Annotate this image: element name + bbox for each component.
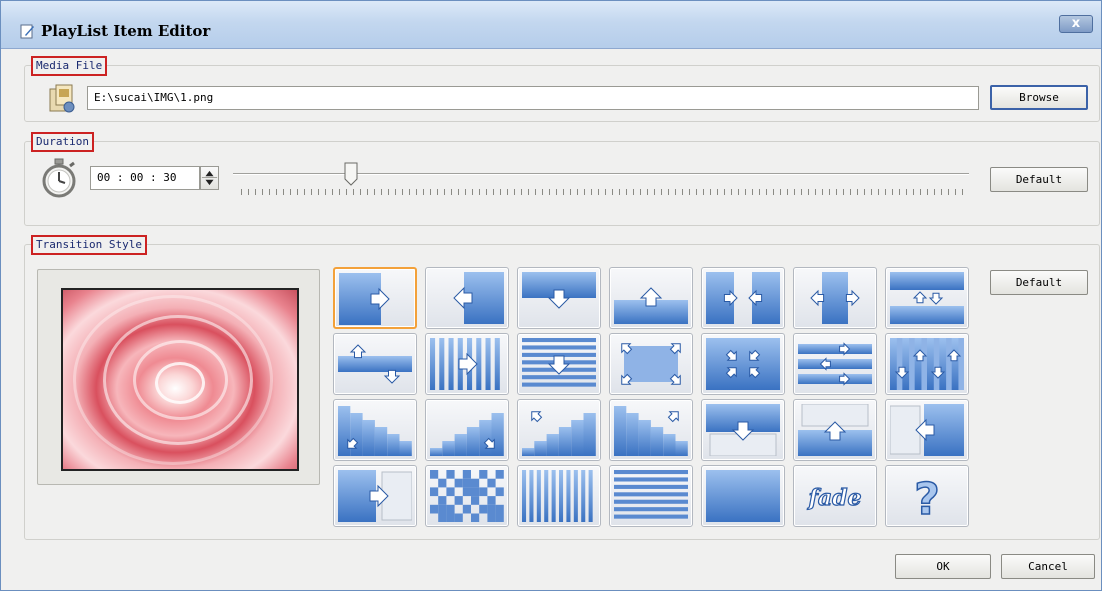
transition-split-in-horizontal-icon xyxy=(706,272,780,324)
transition-tile-push-left[interactable] xyxy=(425,267,509,329)
edit-document-icon xyxy=(20,24,34,39)
transition-tile-stairs-up-right[interactable] xyxy=(609,399,693,461)
media-file-legend: Media File xyxy=(31,56,108,76)
duration-default-button[interactable]: Default xyxy=(990,167,1088,192)
transition-random-icon: ? xyxy=(913,473,940,522)
duration-time-field[interactable]: 00 : 00 : 30 xyxy=(90,166,200,190)
transition-tile-push-right[interactable] xyxy=(333,267,417,329)
transition-fade-icon: fade xyxy=(806,484,862,511)
transition-tile-solid-fill[interactable] xyxy=(701,465,785,527)
transition-push-down-icon xyxy=(522,272,596,309)
transition-split-out-horizontal-icon xyxy=(810,272,860,324)
transition-tile-random[interactable]: ? xyxy=(885,465,969,527)
duration-spinner[interactable] xyxy=(200,166,219,190)
fade-label: fade xyxy=(806,485,861,511)
transition-stairs-down-right-icon xyxy=(430,413,504,456)
transition-cover-down-icon xyxy=(706,404,780,456)
transition-corners-in-icon xyxy=(706,338,780,390)
transition-tile-fade[interactable]: fade xyxy=(793,465,877,527)
transition-checkerboard-icon xyxy=(430,470,504,522)
transition-horizontal-bars-icon xyxy=(614,470,688,519)
transition-cover-left-icon xyxy=(890,404,964,456)
transition-default-button[interactable]: Default xyxy=(990,270,1088,295)
transition-tile-stairs-up-left[interactable] xyxy=(517,399,601,461)
transition-tile-checkerboard[interactable] xyxy=(425,465,509,527)
media-file-icon xyxy=(49,84,75,113)
transition-stairs-up-right-icon xyxy=(614,406,688,456)
browse-button[interactable]: Browse xyxy=(990,85,1088,110)
transition-solid-fill-icon xyxy=(706,470,780,522)
transition-tile-push-down[interactable] xyxy=(517,267,601,329)
transition-tile-columns-up-down[interactable] xyxy=(885,333,969,395)
transition-tile-cover-up[interactable] xyxy=(793,399,877,461)
transition-tile-blinds-right[interactable] xyxy=(425,333,509,395)
transition-tile-cover-right[interactable] xyxy=(333,465,417,527)
transition-vertical-bars-icon xyxy=(522,470,593,522)
preview-image xyxy=(61,288,299,471)
transition-tile-blinds-down[interactable] xyxy=(517,333,601,395)
stopwatch-icon xyxy=(42,158,76,198)
window-title: PlayList Item Editor xyxy=(41,22,211,40)
duration-slider-thumb[interactable] xyxy=(344,162,358,186)
transition-stairs-up-left-icon xyxy=(522,411,596,456)
transition-tile-vertical-bars[interactable] xyxy=(517,465,601,527)
transition-push-up-down-icon xyxy=(338,344,412,384)
transition-tile-split-swap[interactable] xyxy=(885,267,969,329)
duration-slider-ticks xyxy=(241,189,963,195)
transition-strips-shuffle-icon xyxy=(798,342,872,386)
ok-button[interactable]: OK xyxy=(895,554,991,579)
transition-tile-stairs-down-left[interactable] xyxy=(333,399,417,461)
transition-stairs-down-left-icon xyxy=(338,406,412,456)
transition-blinds-right-icon xyxy=(430,338,500,390)
transition-tile-cover-left[interactable] xyxy=(885,399,969,461)
spinner-up-down-icon xyxy=(201,170,218,186)
transition-push-left-icon xyxy=(453,272,504,324)
transition-corners-out-icon xyxy=(621,343,681,385)
duration-legend: Duration xyxy=(31,132,94,152)
transition-tile-corners-in[interactable] xyxy=(701,333,785,395)
title-bar: PlayList Item Editor x xyxy=(1,1,1101,49)
transition-blinds-down-icon xyxy=(522,338,596,387)
transition-push-up-icon xyxy=(614,287,688,324)
transition-split-swap-icon xyxy=(890,272,964,324)
transition-cover-right-icon xyxy=(338,470,412,522)
transition-tile-horizontal-bars[interactable] xyxy=(609,465,693,527)
cancel-button[interactable]: Cancel xyxy=(1001,554,1095,579)
playlist-item-editor-window: PlayList Item Editor x Media File E:\suc… xyxy=(0,0,1102,591)
transition-tile-split-out-horizontal[interactable] xyxy=(793,267,877,329)
random-label: ? xyxy=(914,474,940,522)
transition-push-right-icon xyxy=(339,273,390,325)
transition-cover-up-icon xyxy=(798,404,872,456)
media-file-path-field[interactable]: E:\sucai\IMG\1.png xyxy=(87,86,979,110)
transition-tile-stairs-down-right[interactable] xyxy=(425,399,509,461)
transition-tile-corners-out[interactable] xyxy=(609,333,693,395)
transition-tile-push-up[interactable] xyxy=(609,267,693,329)
close-button[interactable]: x xyxy=(1059,15,1093,33)
transition-tile-split-in-horizontal[interactable] xyxy=(701,267,785,329)
transition-tile-strips-shuffle[interactable] xyxy=(793,333,877,395)
transition-style-legend: Transition Style xyxy=(31,235,147,255)
transition-tile-push-up-down[interactable] xyxy=(333,333,417,395)
transition-tile-cover-down[interactable] xyxy=(701,399,785,461)
transition-columns-up-down-icon xyxy=(890,338,964,390)
